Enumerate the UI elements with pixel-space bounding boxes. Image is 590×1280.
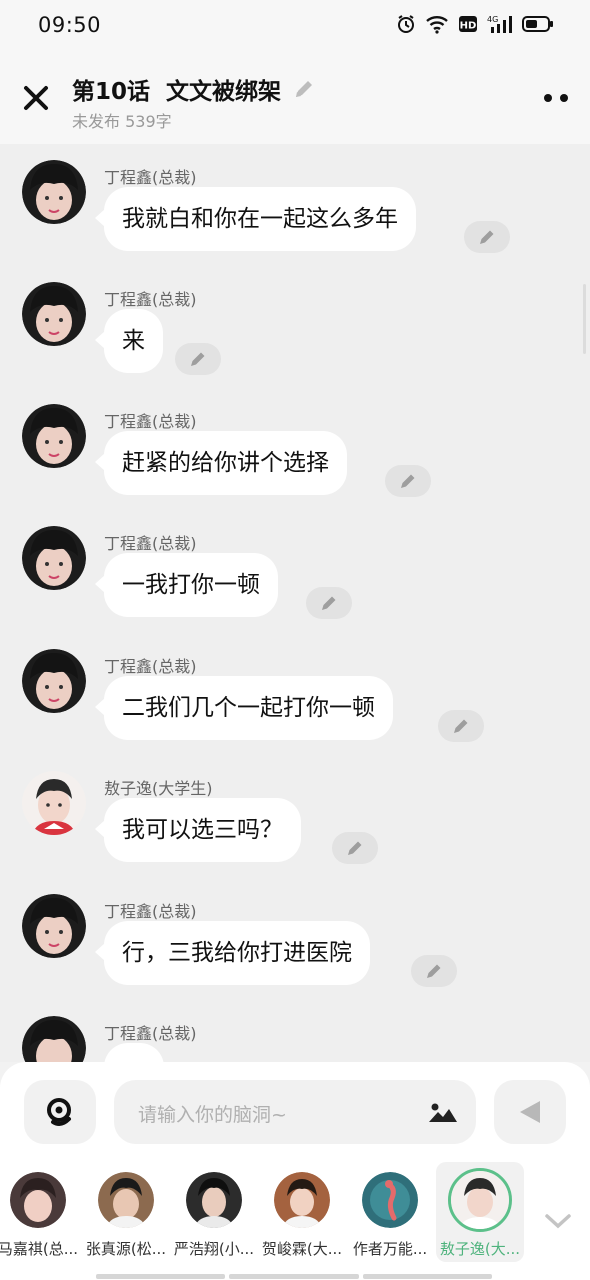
- message-bubble[interactable]: 一我打你一顿: [95, 553, 278, 617]
- avatar: [362, 1172, 418, 1228]
- edit-message-button[interactable]: [464, 221, 510, 253]
- chapter-header: 第10话 文文被绑架 未发布 539字: [0, 52, 590, 144]
- chapter-title: 第10话 文文被绑架: [72, 79, 282, 105]
- battery-icon: [522, 16, 553, 32]
- pencil-icon: [322, 596, 336, 610]
- sender-name: 丁程鑫(总裁): [104, 412, 197, 431]
- pencil-icon: [191, 352, 205, 366]
- message-bubble[interactable]: 我就白和你在一起这么多年: [95, 187, 416, 251]
- title-row: 第10话 文文被绑架: [72, 72, 315, 106]
- more-options-icon[interactable]: [544, 94, 568, 102]
- status-time: 09:50: [38, 13, 102, 37]
- svg-text:4G: 4G: [487, 15, 498, 24]
- status-icons: HD 4G: [396, 14, 554, 34]
- sender-name: 丁程鑫(总裁): [104, 168, 197, 187]
- character-item[interactable]: 作者万能...: [346, 1162, 434, 1262]
- pencil-icon: [480, 230, 494, 244]
- avatar[interactable]: [22, 160, 86, 224]
- pencil-icon: [401, 474, 415, 488]
- svg-text:HD: HD: [460, 21, 477, 32]
- message-input[interactable]: 请输入你的脑洞~: [114, 1080, 476, 1144]
- message-bubble[interactable]: [104, 1043, 164, 1062]
- status-bar: 09:50 HD 4G: [0, 0, 590, 52]
- avatar: [98, 1172, 154, 1228]
- character-item[interactable]: 马嘉祺(总...: [0, 1162, 82, 1262]
- character-label: 贺峻霖(大...: [261, 1240, 343, 1258]
- send-button[interactable]: [494, 1080, 566, 1144]
- sender-name: 丁程鑫(总裁): [104, 1024, 197, 1043]
- edit-message-button[interactable]: [332, 832, 378, 864]
- edit-message-button[interactable]: [438, 710, 484, 742]
- character-item[interactable]: 张真源(松...: [82, 1162, 170, 1262]
- sender-name: 丁程鑫(总裁): [104, 657, 197, 676]
- message-bubble[interactable]: 二我们几个一起打你一顿: [95, 676, 393, 740]
- pencil-icon[interactable]: [293, 78, 315, 100]
- message-row: 敖子逸(大学生) 我可以选三吗？: [0, 755, 590, 877]
- avatar[interactable]: [22, 771, 86, 835]
- message-row: 丁程鑫(总裁) 我就白和你在一起这么多年: [0, 144, 590, 266]
- character-item-selected[interactable]: 敖子逸(大...: [436, 1162, 524, 1262]
- chat-area[interactable]: 丁程鑫(总裁) 我就白和你在一起这么多年 丁程鑫(总裁) 来 丁程鑫(总裁) 赶…: [0, 144, 590, 1062]
- wifi-icon: [426, 16, 448, 34]
- voice-button[interactable]: [24, 1080, 96, 1144]
- send-icon: [520, 1101, 540, 1123]
- character-label: 作者万能...: [352, 1240, 428, 1258]
- avatar: [10, 1172, 66, 1228]
- brain-hole-icon: [47, 1098, 71, 1126]
- avatar[interactable]: [22, 282, 86, 346]
- edit-message-button[interactable]: [306, 587, 352, 619]
- character-label: 严浩翔(小...: [173, 1240, 255, 1258]
- avatar[interactable]: [22, 1016, 86, 1062]
- close-icon[interactable]: [22, 84, 50, 112]
- avatar: [274, 1172, 330, 1228]
- signal-icon: 4G: [487, 15, 512, 33]
- avatar[interactable]: [22, 404, 86, 468]
- message-bubble[interactable]: 赶紧的给你讲个选择: [95, 431, 347, 495]
- avatar[interactable]: [22, 649, 86, 713]
- avatar[interactable]: [22, 526, 86, 590]
- message-row: 丁程鑫(总裁): [0, 1000, 590, 1062]
- character-selector: 马嘉祺(总... 张真源(松... 严浩翔(小... 贺峻霖(大... 作者万能…: [0, 1162, 590, 1280]
- sender-name: 丁程鑫(总裁): [104, 534, 197, 553]
- avatar: [186, 1172, 242, 1228]
- avatar[interactable]: [22, 894, 86, 958]
- message-bubble[interactable]: 我可以选三吗？: [95, 798, 301, 862]
- avatar: [448, 1168, 512, 1232]
- message-row: 丁程鑫(总裁) 行，三我给你打进医院: [0, 878, 590, 1000]
- input-placeholder: 请输入你的脑洞~: [138, 1104, 287, 1126]
- message-bubble[interactable]: 来: [95, 309, 163, 373]
- pencil-icon: [348, 841, 362, 855]
- character-label: 张真源(松...: [85, 1240, 167, 1258]
- character-label: 敖子逸(大...: [439, 1240, 521, 1258]
- message-row: 丁程鑫(总裁) 来: [0, 266, 590, 388]
- pencil-icon: [454, 719, 468, 733]
- image-icon[interactable]: [428, 1100, 458, 1124]
- edit-message-button[interactable]: [175, 343, 221, 375]
- home-indicator: [96, 1274, 492, 1279]
- message-row: 丁程鑫(总裁) 一我打你一顿: [0, 510, 590, 632]
- message-bubble[interactable]: 行，三我给你打进医院: [95, 921, 370, 985]
- message-row: 丁程鑫(总裁) 二我们几个一起打你一顿: [0, 633, 590, 755]
- sender-name: 敖子逸(大学生): [104, 779, 213, 798]
- input-bar: 请输入你的脑洞~: [0, 1062, 590, 1162]
- character-item[interactable]: 严浩翔(小...: [170, 1162, 258, 1262]
- alarm-icon: [398, 15, 414, 33]
- character-item[interactable]: 贺峻霖(大...: [258, 1162, 346, 1262]
- word-count: 未发布 539字: [72, 112, 172, 131]
- edit-message-button[interactable]: [385, 465, 431, 497]
- sender-name: 丁程鑫(总裁): [104, 902, 197, 921]
- edit-message-button[interactable]: [411, 955, 457, 987]
- pencil-icon: [427, 964, 441, 978]
- message-row: 丁程鑫(总裁) 赶紧的给你讲个选择: [0, 388, 590, 510]
- character-label: 马嘉祺(总...: [0, 1240, 79, 1258]
- hd-icon: HD: [459, 16, 477, 32]
- sender-name: 丁程鑫(总裁): [104, 290, 197, 309]
- chevron-down-icon[interactable]: [544, 1212, 572, 1230]
